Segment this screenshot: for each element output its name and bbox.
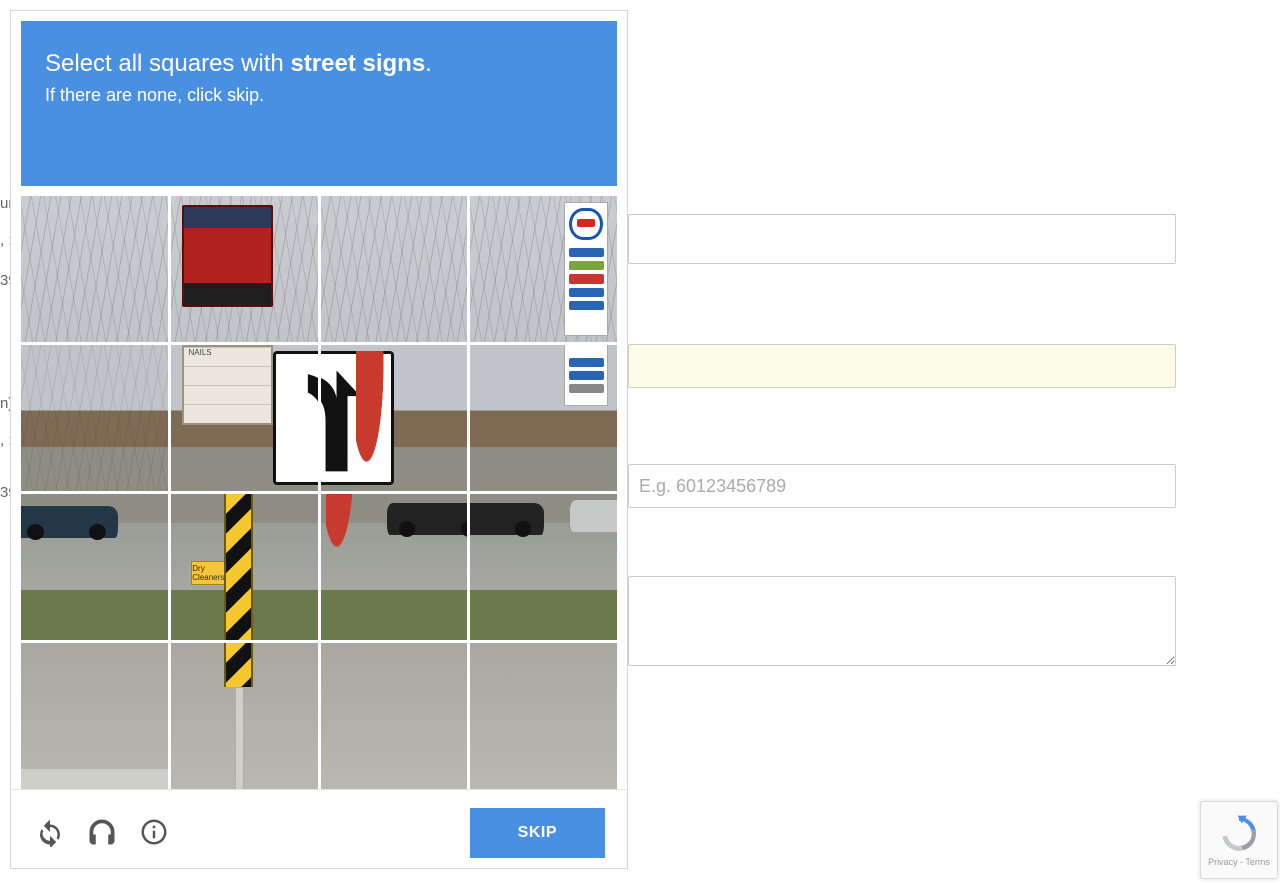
keep-right-sign [273, 351, 317, 485]
captcha-instruction-suffix: . [425, 50, 432, 77]
captcha-tile-13[interactable] [21, 643, 168, 789]
captcha-subtext: If there are none, click skip. [45, 85, 593, 106]
captcha-tile-10[interactable]: Dry Cleaners [171, 494, 318, 640]
captcha-instruction: Select all squares with street signs. [45, 49, 593, 79]
sign-pole [235, 687, 244, 789]
reload-icon [35, 835, 65, 850]
recaptcha-badge: Privacy - Terms [1200, 801, 1278, 879]
info-icon [139, 835, 169, 850]
captcha-grid: NAILS [21, 196, 617, 789]
headphones-icon [87, 835, 117, 850]
captcha-instruction-prefix: Select all squares with [45, 50, 290, 77]
captcha-tile-15[interactable] [321, 643, 468, 789]
captcha-header: Select all squares with street signs. If… [21, 21, 617, 186]
hazard-post [224, 494, 253, 640]
captcha-tile-11[interactable] [321, 494, 468, 640]
captcha-tile-8[interactable] [470, 345, 617, 491]
hazard-post [224, 643, 253, 687]
captcha-tile-2[interactable] [171, 196, 318, 342]
plaza-sign-line: NAILS [184, 347, 271, 366]
captcha-tile-16[interactable] [470, 643, 617, 789]
store-sign [182, 205, 273, 307]
recaptcha-terms-link[interactable]: Terms [1245, 857, 1270, 867]
reload-button[interactable] [33, 816, 67, 850]
recaptcha-links: Privacy - Terms [1208, 857, 1270, 867]
info-button[interactable] [137, 816, 171, 850]
phone-input[interactable] [628, 464, 1176, 508]
text-input-2[interactable] [628, 344, 1176, 388]
captcha-instruction-target: street signs [290, 50, 425, 77]
recaptcha-icon [1218, 813, 1260, 857]
captcha-dialog: Select all squares with street signs. If… [10, 10, 628, 869]
captcha-tile-3[interactable] [321, 196, 468, 342]
gas-station-sign [564, 202, 608, 336]
captcha-tile-14[interactable] [171, 643, 318, 789]
audio-button[interactable] [85, 816, 119, 850]
feather-flag [326, 494, 361, 570]
captcha-tile-7[interactable] [321, 345, 468, 491]
captcha-tile-6[interactable]: NAILS [171, 345, 318, 491]
feather-flag [356, 351, 391, 485]
captcha-tile-12[interactable] [470, 494, 617, 640]
captcha-tile-9[interactable] [21, 494, 168, 640]
captcha-tile-4[interactable] [470, 196, 617, 342]
captcha-tile-5[interactable] [21, 345, 168, 491]
captcha-footer: SKIP [11, 789, 627, 858]
captcha-tile-1[interactable] [21, 196, 168, 342]
gas-station-sign [564, 345, 608, 406]
recaptcha-privacy-link[interactable]: Privacy [1208, 857, 1238, 867]
message-textarea[interactable] [628, 576, 1176, 666]
text-input-1[interactable] [628, 214, 1176, 264]
plaza-sign: NAILS [182, 345, 273, 425]
skip-button[interactable]: SKIP [470, 808, 605, 858]
